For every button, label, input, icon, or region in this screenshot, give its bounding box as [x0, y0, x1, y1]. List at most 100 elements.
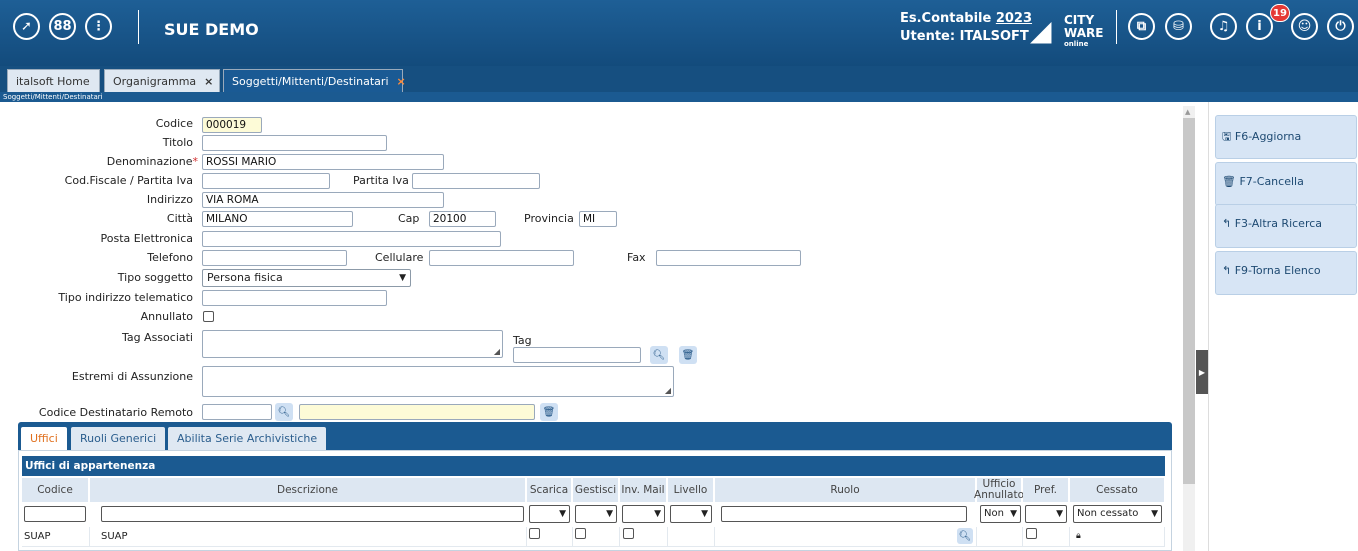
- cell-ruolo: [715, 527, 977, 547]
- col-ufficio-annullato[interactable]: Ufficio Annullato: [974, 478, 1024, 502]
- annullato-checkbox[interactable]: [203, 311, 214, 322]
- indirizzo-input[interactable]: VIA ROMA: [202, 192, 444, 208]
- trash-icon: 🗑: [1222, 175, 1236, 188]
- partitaiva-input[interactable]: [412, 173, 540, 189]
- database-icon[interactable]: ⛁: [1165, 13, 1192, 40]
- col-scarica[interactable]: Scarica: [527, 478, 572, 502]
- fax-input[interactable]: [656, 250, 801, 266]
- cap-input[interactable]: 20100: [429, 211, 496, 227]
- filter-codice[interactable]: [24, 506, 86, 522]
- delete-remote-button[interactable]: 🗑: [540, 403, 558, 421]
- label-codice-remoto: Codice Destinatario Remoto: [38, 406, 193, 419]
- label-annullato: Annullato: [140, 310, 193, 323]
- save-icon: 🖫: [1222, 130, 1232, 143]
- inv-mail-checkbox[interactable]: [623, 528, 634, 539]
- tag-input[interactable]: [513, 347, 641, 363]
- codice-remoto-input[interactable]: [202, 404, 272, 420]
- tipo-indirizzo-input[interactable]: [202, 290, 387, 306]
- titolo-input[interactable]: [202, 135, 387, 151]
- label-tipo-indirizzo: Tipo indirizzo telematico: [58, 291, 193, 304]
- cellulare-input[interactable]: [429, 250, 574, 266]
- gestisci-checkbox[interactable]: [575, 528, 586, 539]
- subtab-abilita-serie[interactable]: Abilita Serie Archivistiche: [168, 427, 327, 450]
- info-icon[interactable]: i: [1246, 13, 1273, 40]
- citta-input[interactable]: MILANO: [202, 211, 353, 227]
- delete-tag-button[interactable]: 🗑: [679, 346, 697, 364]
- provincia-input[interactable]: MI: [579, 211, 617, 227]
- user-icon[interactable]: ☺: [1291, 13, 1318, 40]
- chevron-down-icon: ▼: [606, 509, 613, 519]
- tab-organigramma[interactable]: Organigramma ×: [104, 69, 220, 92]
- label-tag-associati: Tag Associati: [121, 331, 193, 344]
- pref-checkbox[interactable]: [1026, 528, 1037, 539]
- cell-ufficio-annullato: [977, 527, 1023, 547]
- scarica-checkbox[interactable]: [529, 528, 540, 539]
- telefono-input[interactable]: [202, 250, 347, 266]
- filter-livello[interactable]: ▼: [670, 505, 712, 523]
- headset-icon[interactable]: ♫: [1210, 13, 1237, 40]
- back-arrow-icon: ↰: [1222, 264, 1232, 277]
- col-codice[interactable]: Codice: [22, 478, 89, 502]
- lock-icon: 🔒︎: [1076, 531, 1081, 541]
- chevron-down-icon: ▼: [1010, 509, 1017, 519]
- search-ruolo-button[interactable]: 🔍︎: [957, 528, 973, 544]
- scrollbar-thumb[interactable]: [1183, 118, 1195, 484]
- tab-soggetti[interactable]: Soggetti/Mittenti/Destinatari ×: [223, 69, 406, 92]
- label-cellulare: Cellulare: [375, 251, 424, 264]
- power-icon[interactable]: ⏻: [1327, 13, 1354, 40]
- rocket-icon[interactable]: ➚: [13, 13, 40, 40]
- tab-italsoft-home[interactable]: italsoft Home: [7, 69, 100, 92]
- grid-icon[interactable]: 88: [49, 13, 76, 40]
- collapse-panel-handle[interactable]: ▶: [1196, 350, 1208, 394]
- es-label: Es.Contabile: [900, 11, 992, 26]
- col-ruolo[interactable]: Ruolo: [715, 478, 976, 502]
- tag-associati-textarea[interactable]: ◢: [202, 330, 503, 358]
- col-livello[interactable]: Livello: [668, 478, 714, 502]
- col-cessato[interactable]: Cessato: [1070, 478, 1165, 502]
- filter-annullato[interactable]: Non ▼: [980, 505, 1021, 523]
- subtab-bar: Uffici Ruoli Generici Abilita Serie Arch…: [18, 422, 1172, 450]
- close-icon[interactable]: ×: [397, 75, 406, 88]
- tipo-soggetto-select[interactable]: Persona fisica ▼: [202, 269, 411, 287]
- label-pec: Posta Elettronica: [100, 232, 193, 245]
- subtab-ruoli-generici[interactable]: Ruoli Generici: [71, 427, 166, 450]
- denominazione-input[interactable]: ROSSI MARIO: [202, 154, 444, 170]
- switch-window-icon[interactable]: ⧉: [1128, 13, 1155, 40]
- es-year-link[interactable]: 2023: [996, 11, 1032, 26]
- scroll-up-icon[interactable]: ▲: [1185, 108, 1190, 116]
- filter-gestisci[interactable]: ▼: [575, 505, 617, 523]
- filter-pref[interactable]: ▼: [1025, 505, 1067, 523]
- col-gestisci[interactable]: Gestisci: [573, 478, 619, 502]
- cityware-logo: ◢ CITY WARE online: [1030, 13, 1104, 49]
- filter-scarica[interactable]: ▼: [529, 505, 570, 523]
- col-descrizione[interactable]: Descrizione: [90, 478, 526, 502]
- breadcrumb: Soggetti/Mittenti/Destinatari: [0, 92, 1358, 102]
- torna-elenco-button[interactable]: ↰ F9-Torna Elenco: [1215, 251, 1357, 295]
- altra-ricerca-button[interactable]: ↰ F3-Altra Ricerca: [1215, 204, 1357, 248]
- trash-icon: 🗑: [681, 349, 695, 361]
- pec-input[interactable]: [202, 231, 501, 247]
- aggiorna-button[interactable]: 🖫 F6-Aggiorna: [1215, 115, 1357, 159]
- filter-cessato[interactable]: Non cessato ▼: [1073, 505, 1162, 523]
- col-pref[interactable]: Pref.: [1023, 478, 1069, 502]
- notification-badge[interactable]: 19: [1270, 4, 1290, 22]
- close-icon[interactable]: ×: [204, 75, 213, 88]
- more-vertical-icon[interactable]: ⋮: [85, 13, 112, 40]
- search-remote-button[interactable]: 🔍︎: [275, 403, 293, 421]
- codice-input[interactable]: 000019: [202, 117, 262, 133]
- resize-grip-icon[interactable]: ◢: [494, 347, 500, 356]
- resize-grip-icon[interactable]: ◢: [665, 386, 671, 395]
- estremi-textarea[interactable]: ◢: [202, 366, 674, 397]
- col-inv-mail[interactable]: Inv. Mail: [620, 478, 667, 502]
- filter-ruolo[interactable]: [721, 506, 967, 522]
- filter-descrizione[interactable]: [101, 506, 524, 522]
- codfiscale-input[interactable]: [202, 173, 330, 189]
- subtab-uffici[interactable]: Uffici: [21, 427, 67, 450]
- filter-inv-mail[interactable]: ▼: [622, 505, 665, 523]
- label-titolo: Titolo: [162, 136, 193, 149]
- search-icon: 🔍︎: [958, 530, 972, 542]
- cell-descrizione: SUAP: [90, 527, 527, 547]
- cancella-button[interactable]: 🗑 F7-Cancella: [1215, 162, 1357, 206]
- top-bar: ➚ 88 ⋮ SUE DEMO Es.Contabile 2023 Utente…: [0, 0, 1358, 66]
- search-tag-button[interactable]: 🔍︎: [650, 346, 668, 364]
